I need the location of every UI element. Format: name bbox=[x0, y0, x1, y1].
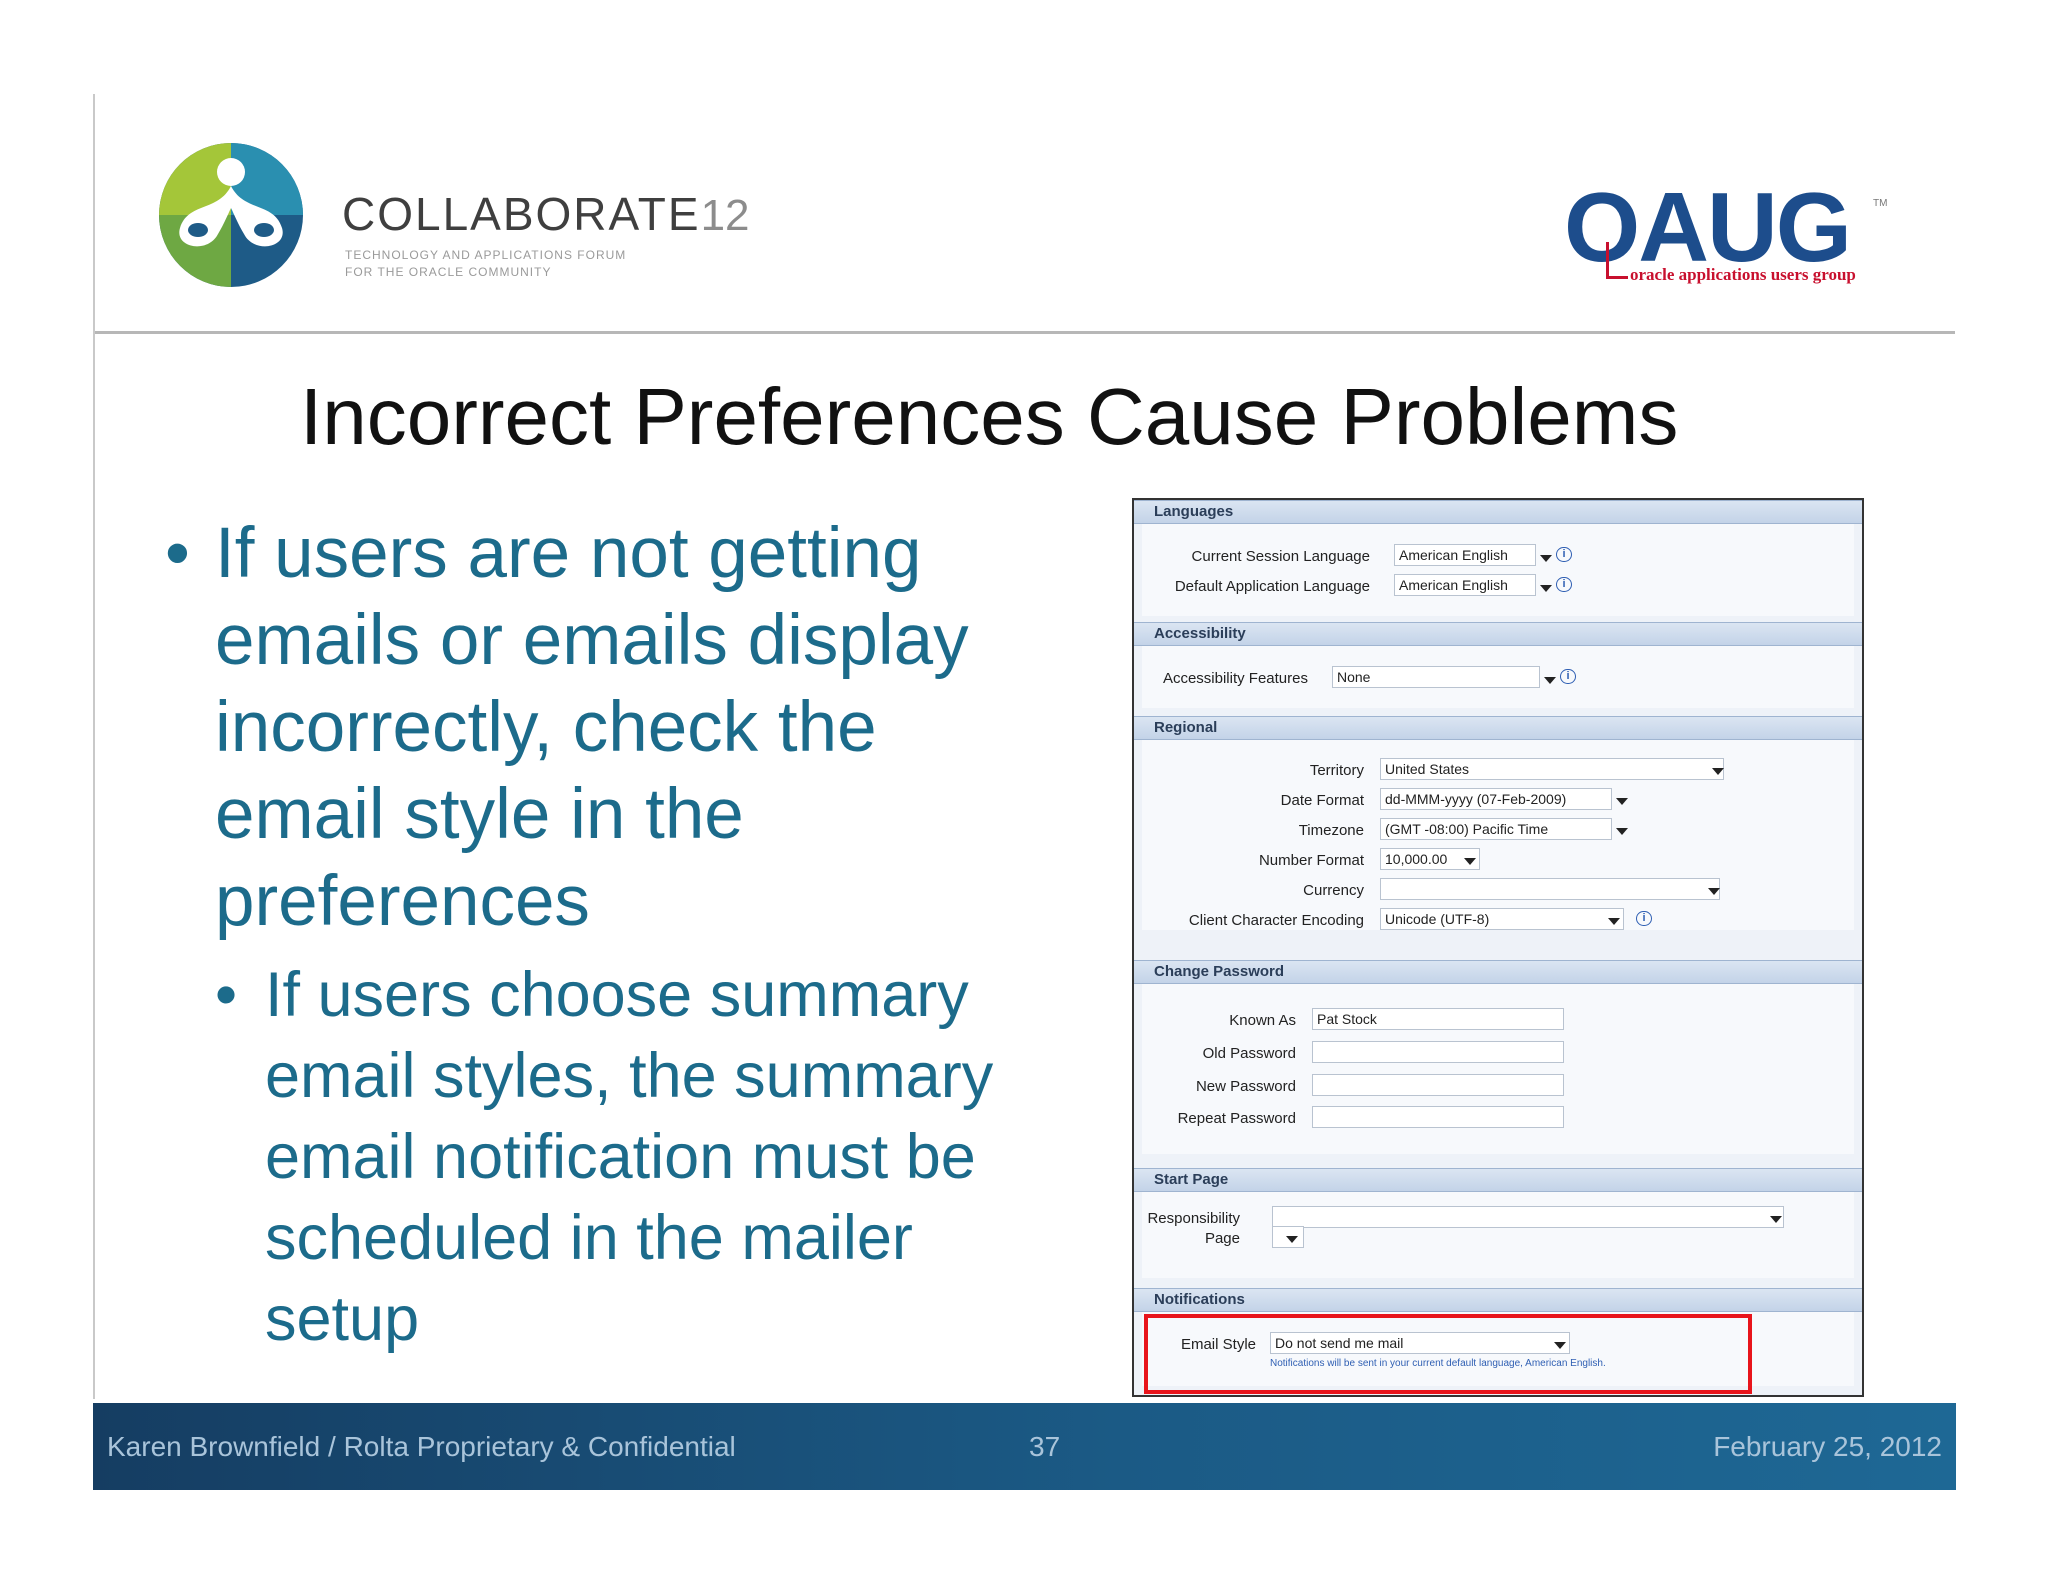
oaug-subtitle: oracle applications users group bbox=[1630, 265, 1856, 284]
oaug-pin-line bbox=[1606, 242, 1609, 278]
page-label: Page bbox=[1204, 1230, 1240, 1247]
info-icon[interactable]: i bbox=[1556, 547, 1572, 562]
chevron-down-icon[interactable] bbox=[1712, 768, 1724, 775]
section-header-start-page: Start Page bbox=[1134, 1168, 1862, 1192]
repeat-password-field[interactable] bbox=[1312, 1106, 1564, 1128]
date-format-select[interactable]: dd-MMM-yyyy (07-Feb-2009) bbox=[1380, 788, 1612, 810]
current-session-language-label: Current Session Language bbox=[1191, 548, 1370, 565]
chevron-down-icon[interactable] bbox=[1616, 828, 1628, 835]
collaborate-tagline: TECHNOLOGY AND APPLICATIONS FORUM FOR TH… bbox=[345, 247, 626, 281]
accessibility-features-label: Accessibility Features bbox=[1162, 670, 1308, 687]
chevron-down-icon[interactable] bbox=[1540, 555, 1552, 562]
chevron-down-icon[interactable] bbox=[1544, 677, 1556, 684]
section-header-regional: Regional bbox=[1134, 716, 1862, 740]
section-header-accessibility: Accessibility bbox=[1134, 622, 1862, 646]
old-password-label: Old Password bbox=[1202, 1045, 1296, 1062]
default-application-language-select[interactable]: American English bbox=[1394, 574, 1536, 596]
footer-date: February 25, 2012 bbox=[1713, 1431, 1942, 1462]
preferences-screenshot: Languages Current Session Language Ameri… bbox=[1132, 498, 1864, 1397]
currency-select[interactable] bbox=[1380, 878, 1720, 900]
slide-left-rule bbox=[93, 94, 95, 1399]
timezone-label: Timezone bbox=[1298, 822, 1364, 839]
old-password-field[interactable] bbox=[1312, 1041, 1564, 1063]
info-icon[interactable]: i bbox=[1636, 911, 1652, 926]
bullet-sub-text: If users choose summary email styles, th… bbox=[265, 960, 994, 1354]
number-format-label: Number Format bbox=[1258, 852, 1364, 869]
bullet-dot: • bbox=[215, 960, 238, 1030]
bullet-main: • If users are not getting emails or ema… bbox=[165, 510, 1065, 945]
chevron-down-icon[interactable] bbox=[1286, 1236, 1298, 1243]
territory-label: Territory bbox=[1309, 762, 1364, 779]
section-start-page: Responsibility Page bbox=[1142, 1192, 1854, 1278]
section-header-change-password: Change Password bbox=[1134, 960, 1862, 984]
current-session-language-select[interactable]: American English bbox=[1394, 544, 1536, 566]
info-icon[interactable]: i bbox=[1560, 669, 1576, 684]
default-application-language-label: Default Application Language bbox=[1174, 578, 1370, 595]
email-style-highlight-box bbox=[1144, 1314, 1752, 1394]
responsibility-select[interactable] bbox=[1272, 1206, 1784, 1228]
repeat-password-label: Repeat Password bbox=[1177, 1110, 1296, 1127]
bullet-dot: • bbox=[165, 514, 190, 593]
chevron-down-icon[interactable] bbox=[1770, 1216, 1782, 1223]
collaborate-tagline-line1: TECHNOLOGY AND APPLICATIONS FORUM bbox=[345, 248, 627, 262]
section-header-languages: Languages bbox=[1134, 500, 1862, 524]
oaug-pin-line-foot bbox=[1606, 276, 1628, 279]
territory-select[interactable]: United States bbox=[1380, 758, 1724, 780]
collaborate-brand: COLLABORATE12 bbox=[342, 187, 750, 241]
section-change-password: Known As Pat Stock Old Password New Pass… bbox=[1142, 984, 1854, 1154]
new-password-field[interactable] bbox=[1312, 1074, 1564, 1096]
chevron-down-icon[interactable] bbox=[1708, 888, 1720, 895]
bullet-main-text: If users are not getting emails or email… bbox=[215, 514, 969, 941]
known-as-label: Known As bbox=[1229, 1012, 1296, 1029]
slide-title: Incorrect Preferences Cause Problems bbox=[300, 372, 1679, 461]
footer-author: Karen Brownfield / Rolta Proprietary & C… bbox=[107, 1431, 736, 1462]
section-regional: Territory United States Date Format dd-M… bbox=[1142, 740, 1854, 930]
chevron-down-icon[interactable] bbox=[1540, 585, 1552, 592]
accessibility-features-select[interactable]: None bbox=[1332, 666, 1540, 688]
new-password-label: New Password bbox=[1195, 1078, 1296, 1095]
timezone-select[interactable]: (GMT -08:00) Pacific Time bbox=[1380, 818, 1612, 840]
section-languages: Current Session Language American Englis… bbox=[1142, 524, 1854, 616]
oaug-trademark: TM bbox=[1873, 198, 1888, 209]
chevron-down-icon[interactable] bbox=[1616, 798, 1628, 805]
slide-footer: Karen Brownfield / Rolta Proprietary & C… bbox=[93, 1403, 1956, 1490]
header-divider bbox=[95, 331, 1955, 334]
bullet-sub: • If users choose summary email styles, … bbox=[215, 955, 1075, 1360]
footer-page-number: 37 bbox=[1029, 1431, 1061, 1462]
section-accessibility: Accessibility Features None i bbox=[1142, 646, 1854, 708]
collaborate-year: 12 bbox=[700, 191, 750, 240]
collaborate-tagline-line2: FOR THE ORACLE COMMUNITY bbox=[345, 265, 552, 279]
client-character-encoding-label: Client Character Encoding bbox=[1188, 912, 1364, 929]
section-header-notifications: Notifications bbox=[1134, 1288, 1862, 1312]
collaborate-brand-name: COLLABORATE bbox=[342, 188, 701, 240]
chevron-down-icon[interactable] bbox=[1464, 858, 1476, 865]
responsibility-label: Responsibility bbox=[1147, 1210, 1240, 1227]
client-character-encoding-select[interactable]: Unicode (UTF-8) bbox=[1380, 908, 1624, 930]
chevron-down-icon[interactable] bbox=[1608, 918, 1620, 925]
date-format-label: Date Format bbox=[1280, 792, 1364, 809]
known-as-field[interactable]: Pat Stock bbox=[1312, 1008, 1564, 1030]
currency-label: Currency bbox=[1303, 882, 1364, 899]
collaborate-logo-icon bbox=[159, 143, 303, 287]
info-icon[interactable]: i bbox=[1556, 577, 1572, 592]
